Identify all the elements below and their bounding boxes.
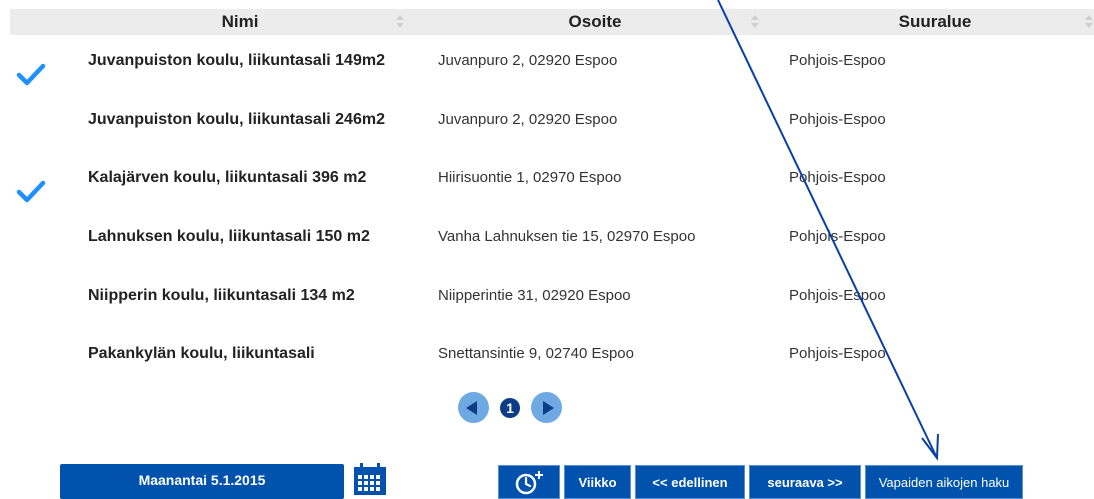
calendar-icon[interactable] [352, 462, 388, 496]
checkmark-icon [16, 63, 46, 86]
column-header-osoite[interactable]: Osoite [430, 9, 760, 35]
facility-address: Juvanpuro 2, 02920 Espoo [438, 52, 618, 69]
table-row[interactable]: Lahnuksen koulu, liikuntasali 150 m2 Van… [10, 228, 1094, 286]
column-header-suuralue[interactable]: Suuralue [780, 9, 1090, 35]
table-row[interactable]: Kalajärven koulu, liikuntasali 396 m2 Hi… [10, 169, 1094, 227]
column-header-nimi[interactable]: Nimi [80, 9, 400, 35]
sort-icon[interactable] [751, 14, 759, 30]
checkmark-icon [16, 180, 46, 203]
facility-name[interactable]: Juvanpuiston koulu, liikuntasali 149m2 [88, 52, 398, 70]
clock-plus-button[interactable] [498, 465, 560, 499]
date-selector-button[interactable]: Maanantai 5.1.2015 [60, 464, 344, 499]
facility-area: Pohjois-Espoo [789, 345, 886, 362]
facility-name[interactable]: Kalajärven koulu, liikuntasali 396 m2 [88, 169, 398, 187]
next-button[interactable]: seuraava >> [749, 465, 861, 499]
facility-name[interactable]: Niipperin koulu, liikuntasali 134 m2 [88, 287, 398, 305]
facility-address: Snettansintie 9, 02740 Espoo [438, 345, 634, 362]
facility-area: Pohjois-Espoo [789, 287, 886, 304]
next-page-icon[interactable] [531, 392, 562, 423]
sort-icon[interactable] [1085, 14, 1093, 30]
table-row[interactable]: Juvanpuiston koulu, liikuntasali 246m2 J… [10, 111, 1094, 169]
facility-area: Pohjois-Espoo [789, 52, 886, 69]
facility-area: Pohjois-Espoo [789, 169, 886, 186]
facility-name[interactable]: Pakankylän koulu, liikuntasali [88, 345, 398, 363]
current-page-indicator: 1 [500, 398, 520, 418]
pagination: 1 [458, 392, 568, 424]
facility-area: Pohjois-Espoo [789, 228, 886, 245]
free-times-search-button[interactable]: Vapaiden aikojen haku [865, 465, 1023, 499]
previous-button[interactable]: << edellinen [635, 465, 745, 499]
facility-list-page: Nimi Osoite Suuralue Juvanpuiston koulu,… [0, 0, 1094, 499]
table-row[interactable]: Juvanpuiston koulu, liikuntasali 149m2 J… [10, 52, 1094, 110]
facility-address: Vanha Lahnuksen tie 15, 02970 Espoo [438, 228, 696, 245]
week-view-button[interactable]: Viikko [564, 465, 631, 499]
previous-page-icon[interactable] [458, 392, 489, 423]
sort-icon[interactable] [396, 14, 404, 30]
table-row[interactable]: Niipperin koulu, liikuntasali 134 m2 Nii… [10, 287, 1094, 345]
facility-address: Juvanpuro 2, 02920 Espoo [438, 111, 618, 128]
facility-area: Pohjois-Espoo [789, 111, 886, 128]
facility-address: Hiirisuontie 1, 02970 Espoo [438, 169, 622, 186]
facility-name[interactable]: Lahnuksen koulu, liikuntasali 150 m2 [88, 228, 398, 246]
clock-plus-icon [515, 471, 543, 495]
facility-name[interactable]: Juvanpuiston koulu, liikuntasali 246m2 [88, 111, 398, 129]
table-header: Nimi Osoite Suuralue [10, 9, 1094, 35]
facility-address: Niipperintie 31, 02920 Espoo [438, 287, 631, 304]
